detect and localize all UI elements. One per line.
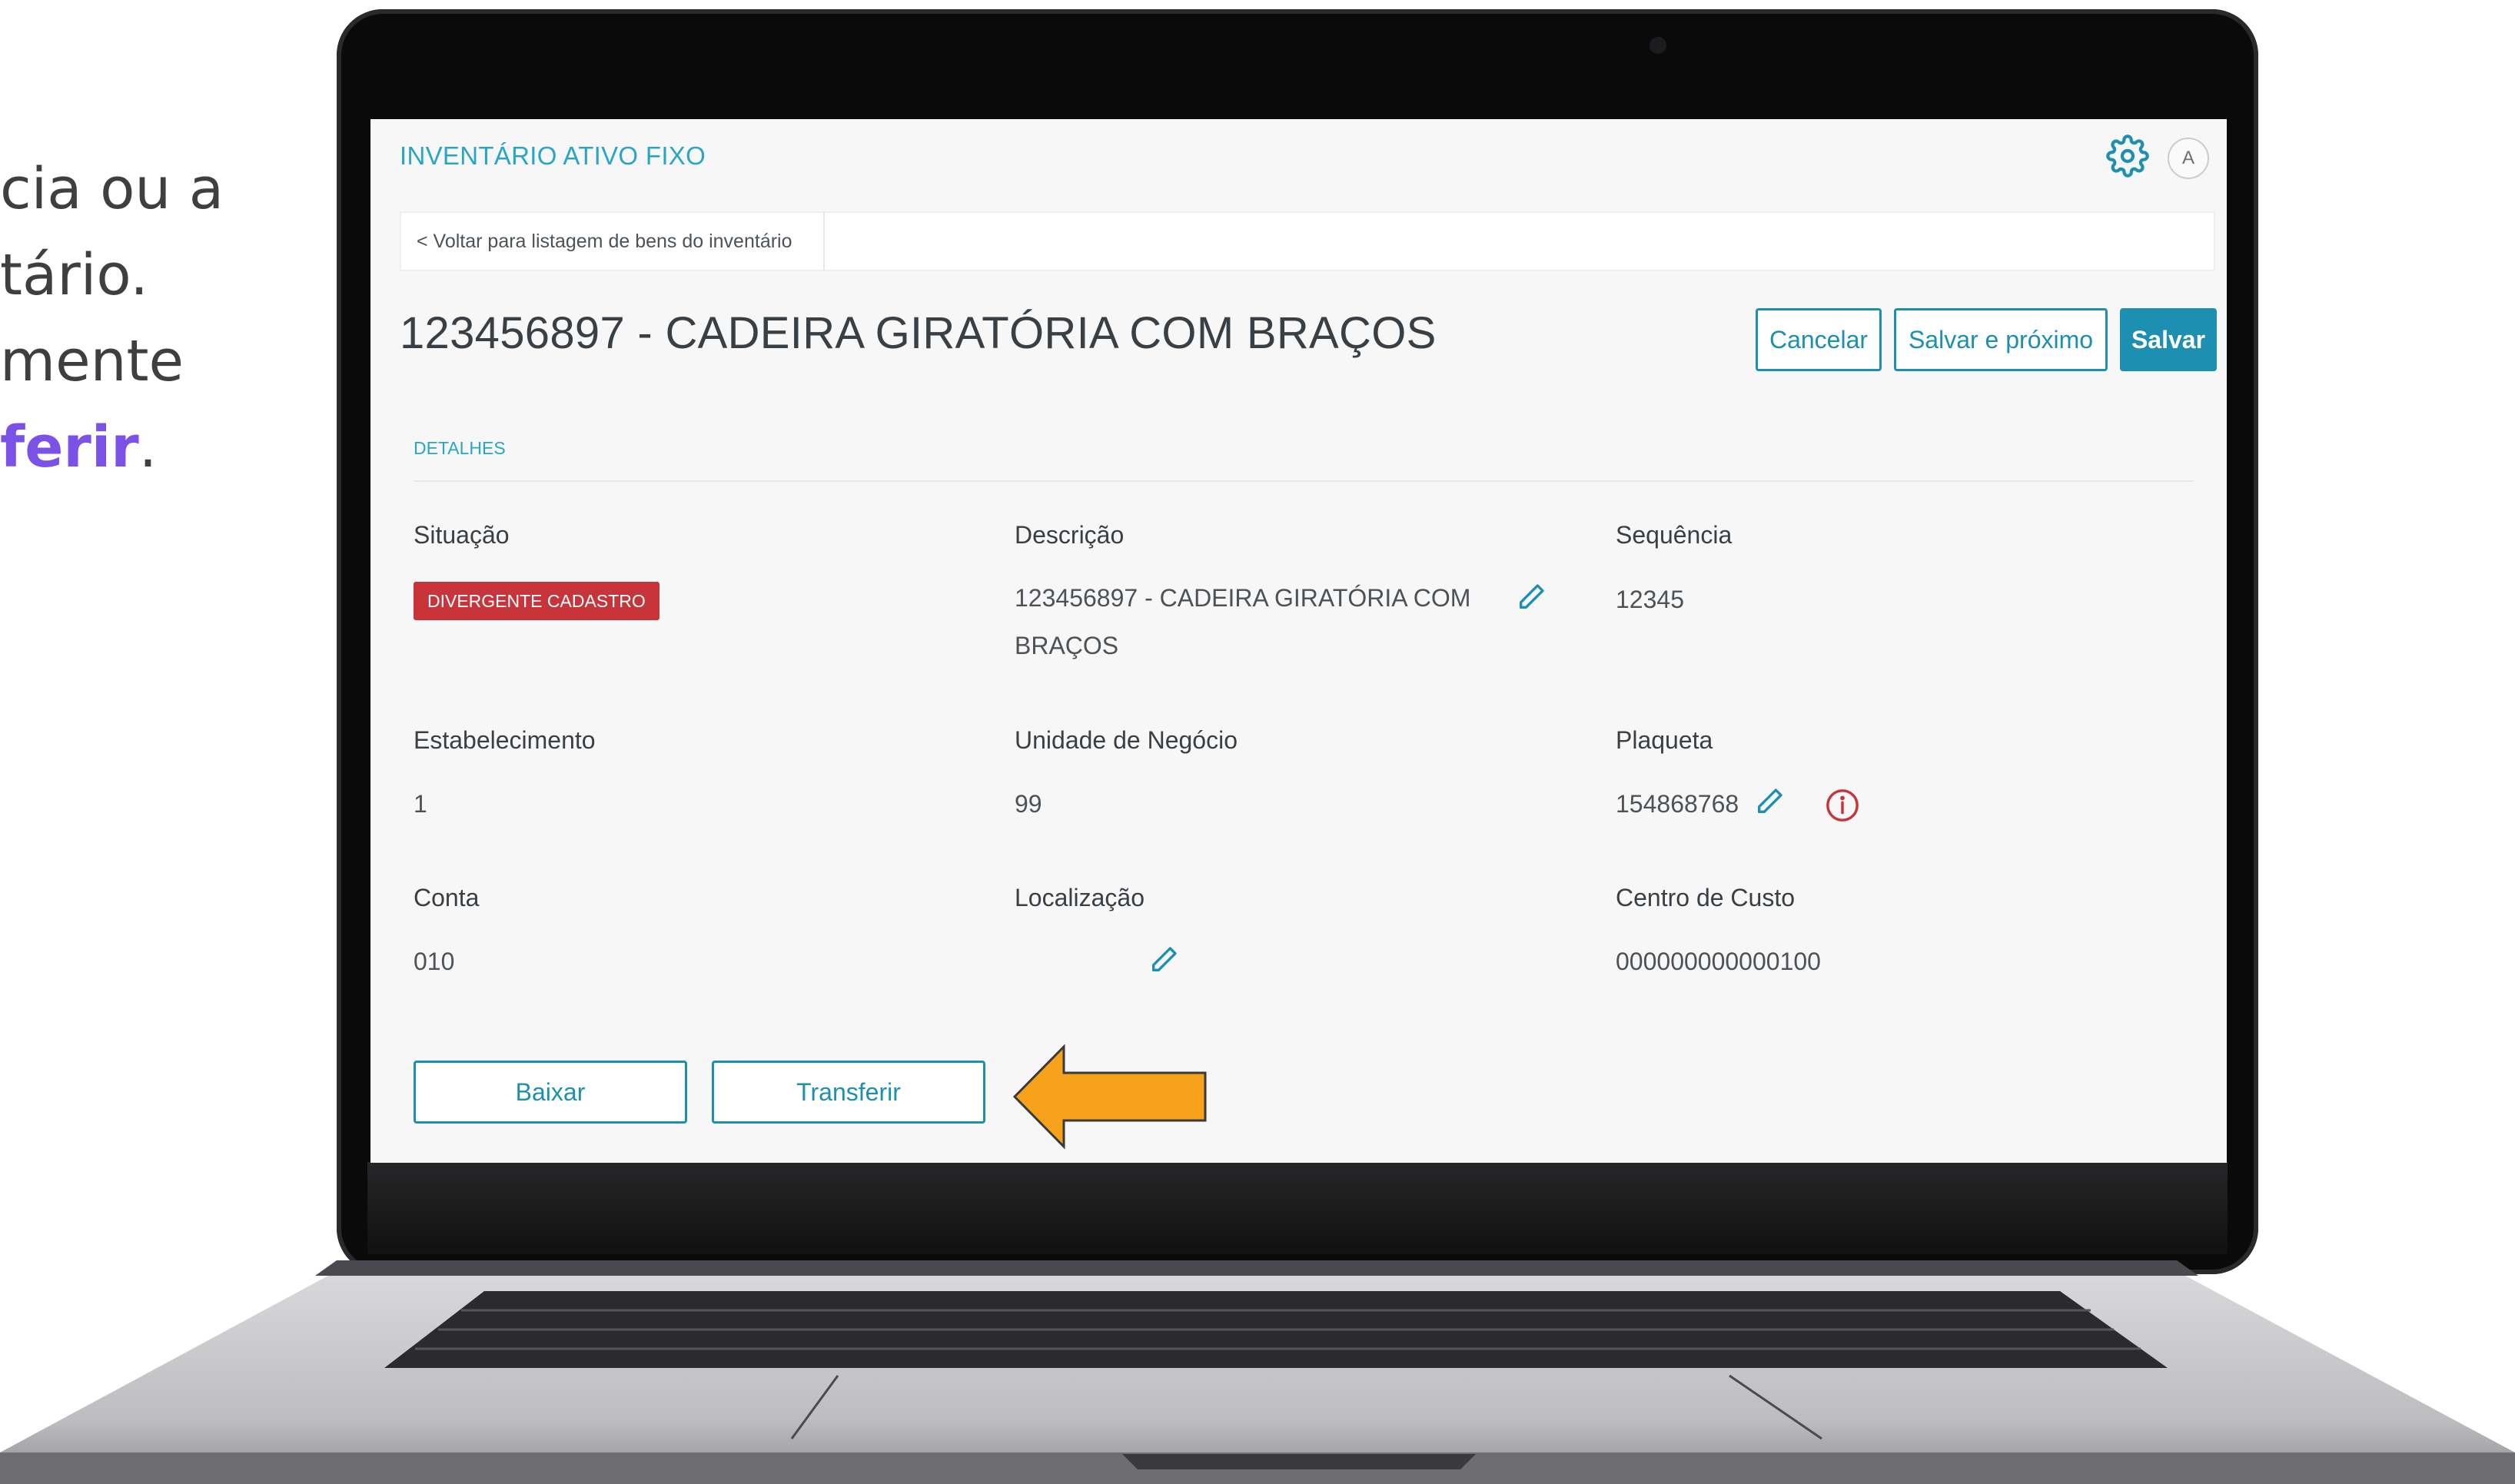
plaqueta-info-icon[interactable] bbox=[1825, 788, 1860, 823]
sequencia-label: Sequência bbox=[1616, 521, 1733, 549]
descricao-label: Descrição bbox=[1015, 521, 1125, 549]
save-button[interactable]: Salvar bbox=[2120, 308, 2217, 371]
save-and-next-button[interactable]: Salvar e próximo bbox=[1894, 308, 2108, 371]
estabelecimento-label: Estabelecimento bbox=[414, 726, 596, 754]
plaqueta-value: 154868768 bbox=[1616, 790, 1739, 818]
slide-text-line-4-tail: . bbox=[138, 414, 158, 480]
estabelecimento-value: 1 bbox=[414, 790, 427, 818]
details-section-label: DETALHES bbox=[414, 438, 506, 458]
unidade-negocio-label: Unidade de Negócio bbox=[1015, 726, 1238, 754]
edit-localizacao-pencil-icon[interactable] bbox=[1148, 945, 1179, 975]
pointer-arrow-icon bbox=[1012, 1044, 1210, 1150]
breadcrumb-bar: < Voltar para listagem de bens do invent… bbox=[400, 211, 2215, 271]
conta-value: 010 bbox=[414, 948, 455, 975]
laptop-camera bbox=[1650, 37, 1666, 54]
status-badge: DIVERGENTE CADASTRO bbox=[414, 582, 659, 620]
plaqueta-label: Plaqueta bbox=[1616, 726, 1713, 754]
centro-custo-label: Centro de Custo bbox=[1616, 884, 1796, 911]
laptop-base bbox=[0, 1260, 2515, 1484]
baixar-button[interactable]: Baixar bbox=[414, 1061, 687, 1124]
slide-text-line-3: mente bbox=[0, 328, 184, 394]
sequencia-value: 12345 bbox=[1616, 586, 1684, 613]
app-title: INVENTÁRIO ATIVO FIXO bbox=[400, 141, 706, 170]
situacao-label: Situação bbox=[414, 521, 510, 549]
settings-gear-icon[interactable] bbox=[2106, 134, 2149, 178]
descricao-value: 123456897 - CADEIRA GIRATÓRIA COM BRAÇOS bbox=[1015, 584, 1471, 659]
slide-instruction-text: cia ou a tário. mente ferir. bbox=[0, 146, 224, 490]
localizacao-label: Localização bbox=[1015, 884, 1145, 911]
page-title: 123456897 - CADEIRA GIRATÓRIA COM BRAÇOS bbox=[400, 308, 1437, 358]
details-divider bbox=[414, 480, 2194, 482]
edit-descricao-pencil-icon[interactable] bbox=[1516, 582, 1547, 613]
slide-text-line-2: tário. bbox=[0, 242, 148, 308]
conta-label: Conta bbox=[414, 884, 480, 911]
slide-text-line-1: cia ou a bbox=[0, 156, 224, 222]
app-screen: INVENTÁRIO ATIVO FIXO A < Voltar para li… bbox=[370, 119, 2227, 1163]
laptop-bezel bbox=[367, 1162, 2228, 1254]
back-to-list-link[interactable]: < Voltar para listagem de bens do invent… bbox=[401, 213, 825, 270]
user-avatar[interactable]: A bbox=[2168, 138, 2209, 179]
edit-plaqueta-pencil-icon[interactable] bbox=[1754, 786, 1785, 817]
slide-text-highlight: ferir bbox=[0, 414, 139, 480]
transferir-button[interactable]: Transferir bbox=[712, 1061, 985, 1124]
unidade-negocio-value: 99 bbox=[1015, 790, 1042, 818]
centro-custo-value: 000000000000100 bbox=[1616, 948, 1821, 975]
cancel-button[interactable]: Cancelar bbox=[1756, 308, 1882, 371]
slide-text-line-4: ferir. bbox=[0, 404, 223, 490]
